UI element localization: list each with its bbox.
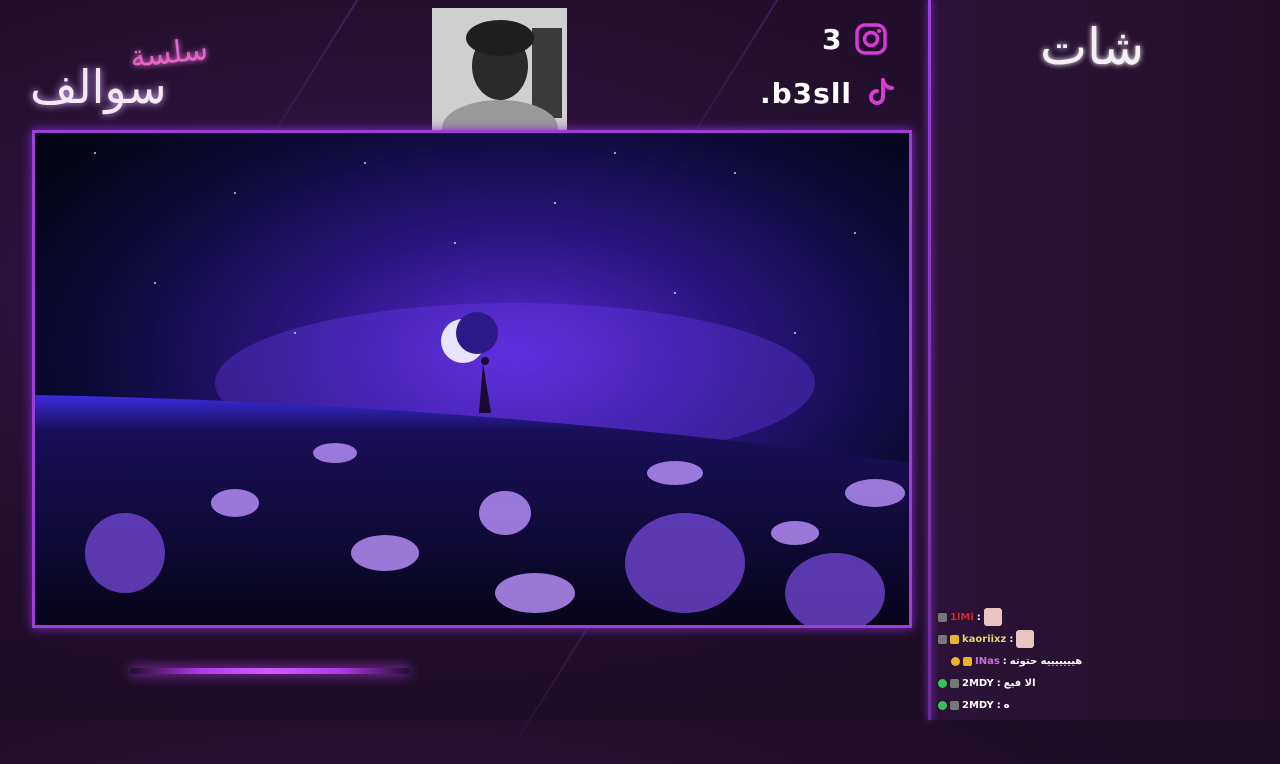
chat-separator: : bbox=[996, 677, 1001, 689]
chat-message: 2MDY : ه bbox=[935, 694, 1280, 716]
platform-icon bbox=[950, 678, 959, 688]
check-badge-icon bbox=[938, 700, 947, 710]
tiktok-handle: .b3sll bbox=[760, 76, 898, 110]
webcam-feed bbox=[432, 8, 567, 130]
chat-username: 1lMi bbox=[950, 611, 974, 623]
chat-separator: : bbox=[976, 611, 981, 623]
chat-message: INas : هيييييييه حتوته bbox=[935, 650, 1280, 672]
crown-badge-icon bbox=[963, 656, 972, 666]
platform-icon bbox=[938, 612, 947, 622]
instagram-handle-text: 3 bbox=[822, 22, 843, 56]
chat-text: الا فيع bbox=[1003, 677, 1036, 689]
chat-username: 2MDY bbox=[962, 699, 994, 711]
chat-text: ه bbox=[1003, 699, 1010, 711]
night-scene-image bbox=[35, 133, 909, 625]
chat-message: 1lMi : bbox=[935, 606, 1280, 628]
chat-username: kaoriixz bbox=[962, 633, 1007, 645]
instagram-icon bbox=[854, 22, 888, 56]
alert-badge-icon bbox=[951, 656, 960, 666]
glow-bar bbox=[130, 668, 410, 674]
tiktok-icon bbox=[864, 76, 898, 110]
chat-separator: : bbox=[1002, 655, 1007, 667]
tiktok-handle-text: .b3sll bbox=[760, 76, 853, 110]
chat-messages: 1lMi : kaoriixz : INas : هيييييييه حتوته… bbox=[935, 606, 1280, 716]
chat-separator: : bbox=[1009, 633, 1014, 645]
emote-icon bbox=[983, 608, 1002, 626]
brand-title: سوالف bbox=[30, 60, 167, 114]
chat-message: kaoriixz : bbox=[935, 628, 1280, 650]
platform-icon bbox=[950, 700, 959, 710]
chat-message: 2MDY : الا فيع bbox=[935, 672, 1280, 694]
platform-icon bbox=[938, 634, 947, 644]
chat-text: هيييييييه حتوته bbox=[1009, 655, 1083, 667]
crown-badge-icon bbox=[950, 634, 959, 644]
brand-logo: سلسة سوالف bbox=[30, 20, 250, 120]
video-frame bbox=[32, 130, 912, 628]
emote-icon bbox=[1016, 630, 1035, 648]
chat-username: INas bbox=[975, 655, 1000, 667]
instagram-handle: 3 bbox=[822, 22, 888, 56]
chat-username: 2MDY bbox=[962, 677, 994, 689]
check-badge-icon bbox=[938, 678, 947, 688]
chat-separator: : bbox=[996, 699, 1001, 711]
chat-title: شات bbox=[1040, 18, 1145, 76]
